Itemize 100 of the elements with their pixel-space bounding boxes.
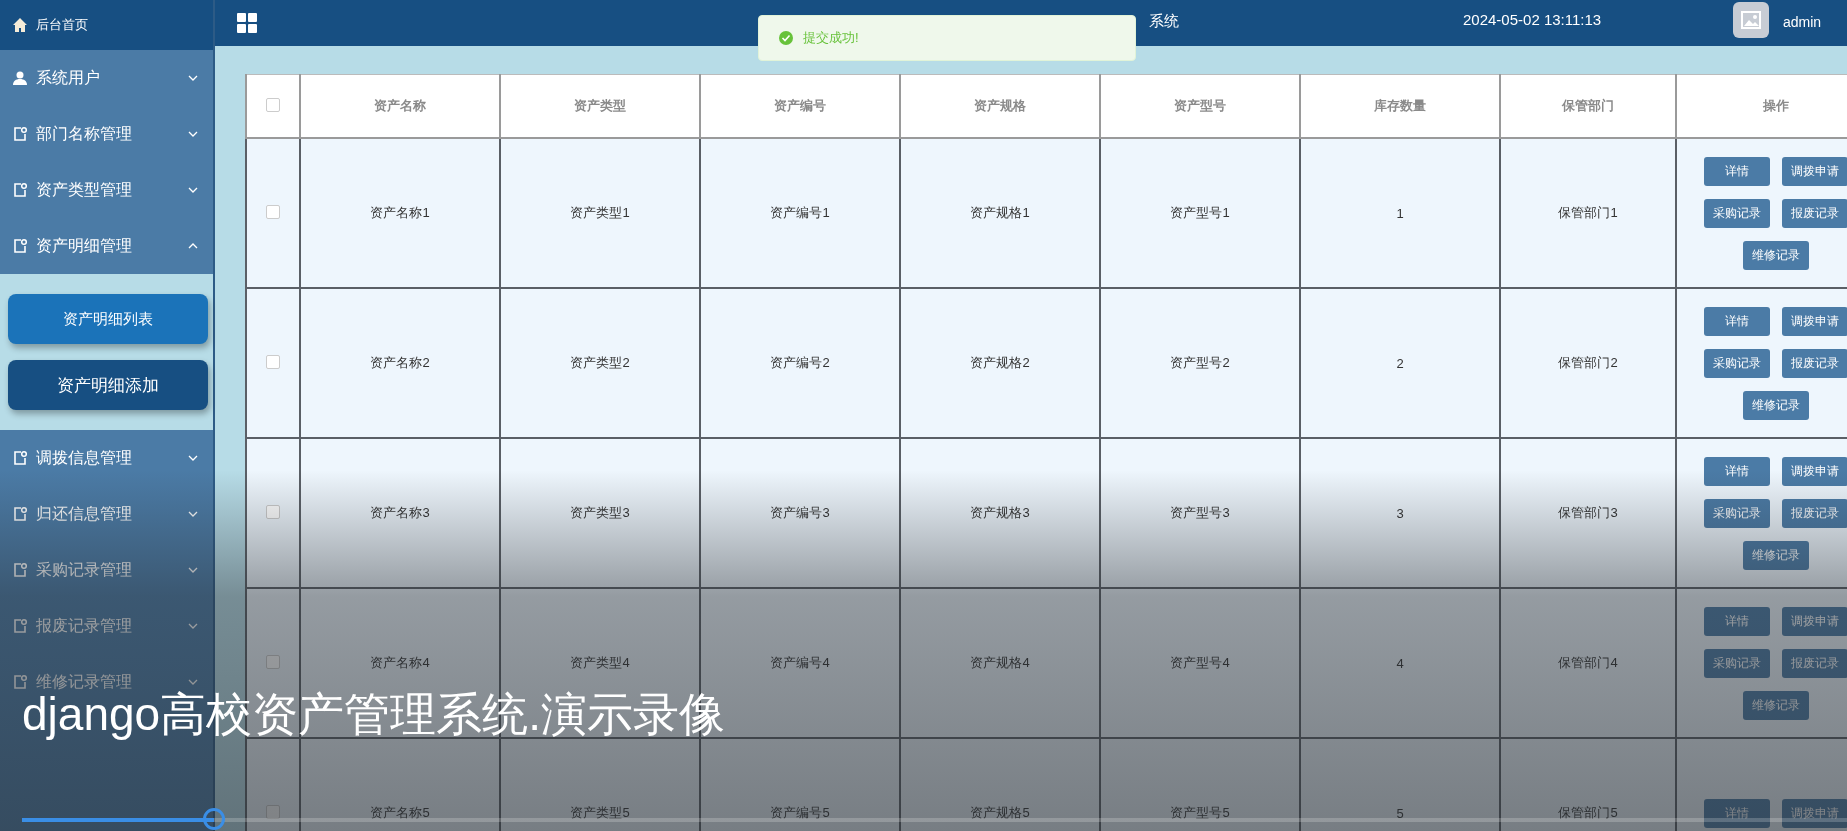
user-icon: [12, 70, 28, 86]
table-cell: 资产编号4: [770, 655, 830, 670]
slider-thumb[interactable]: [202, 808, 225, 830]
action-button[interactable]: 报废记录: [1782, 648, 1847, 678]
table-cell: 资产规格1: [970, 205, 1030, 220]
table-cell: 资产类型3: [570, 505, 630, 520]
table-cell: 资产编号5: [770, 805, 830, 820]
action-button[interactable]: 维修记录: [1743, 390, 1809, 420]
menu-item[interactable]: 调拨信息管理: [0, 430, 213, 486]
menu-item[interactable]: 采购记录管理: [0, 542, 213, 598]
column-header: 资产编号: [774, 98, 826, 113]
toast-message: 提交成功!: [803, 29, 859, 47]
action-button[interactable]: 维修记录: [1743, 240, 1809, 270]
row-checkbox[interactable]: [266, 804, 280, 819]
column-header: 库存数量: [1374, 98, 1426, 113]
action-button[interactable]: 报废记录: [1782, 348, 1847, 378]
table-cell: 资产编号3: [770, 505, 830, 520]
table-cell: 保管部门1: [1558, 205, 1618, 220]
home-link[interactable]: 后台首页: [36, 16, 88, 34]
table-cell: 资产名称1: [370, 205, 430, 220]
username[interactable]: admin: [1783, 14, 1822, 30]
home-icon: [12, 17, 28, 33]
table-cell: 资产编号2: [770, 355, 830, 370]
row-checkbox[interactable]: [266, 204, 280, 219]
select-all-checkbox[interactable]: [266, 97, 280, 112]
column-header: 保管部门: [1562, 98, 1614, 113]
column-header: 资产型号: [1174, 98, 1226, 113]
table-cell: 资产规格5: [970, 805, 1030, 820]
row-checkbox[interactable]: [266, 354, 280, 369]
menu-item[interactable]: 资产明细管理: [0, 218, 213, 274]
table-cell: 4: [1396, 655, 1404, 671]
table-cell: 1: [1396, 205, 1404, 221]
table-cell: 资产型号1: [1170, 205, 1230, 220]
table-cell: 资产名称4: [370, 655, 430, 670]
row-checkbox[interactable]: [266, 654, 280, 669]
column-header: 资产类型: [574, 98, 626, 113]
submenu-item[interactable]: 资产明细列表: [8, 294, 208, 344]
menu-item[interactable]: 报废记录管理: [0, 598, 213, 654]
table-cell: 资产规格4: [970, 655, 1030, 670]
table-cell: 保管部门5: [1558, 805, 1618, 820]
page-title: 系统: [1149, 12, 1179, 31]
document-icon: [12, 618, 28, 634]
document-icon: [12, 562, 28, 578]
document-icon: [12, 238, 28, 254]
submenu-item[interactable]: 资产明细添加: [8, 360, 208, 410]
table-cell: 资产类型1: [570, 205, 630, 220]
table-cell: 资产类型5: [570, 805, 630, 820]
action-button[interactable]: 调拨申请: [1782, 456, 1847, 486]
document-icon: [12, 674, 28, 690]
column-header: 资产规格: [974, 98, 1026, 113]
row-checkbox[interactable]: [266, 504, 280, 519]
action-button[interactable]: 调拨申请: [1782, 156, 1847, 186]
column-header: 操作: [1763, 98, 1789, 113]
table-cell: 资产编号1: [770, 205, 830, 220]
action-button[interactable]: 详情: [1704, 798, 1770, 828]
table-cell: 保管部门2: [1558, 355, 1618, 370]
column-header: 资产名称: [374, 98, 426, 113]
document-icon: [12, 182, 28, 198]
action-button[interactable]: 详情: [1704, 606, 1770, 636]
table-cell: 保管部门4: [1558, 655, 1618, 670]
menu-item[interactable]: 系统用户: [0, 50, 213, 106]
table-cell: 资产型号3: [1170, 505, 1230, 520]
document-icon: [12, 506, 28, 522]
action-button[interactable]: 调拨申请: [1782, 306, 1847, 336]
grid-menu-icon[interactable]: [237, 13, 257, 33]
document-icon: [12, 450, 28, 466]
action-button[interactable]: 维修记录: [1743, 690, 1809, 720]
document-icon: [12, 126, 28, 142]
table-cell: 资产规格2: [970, 355, 1030, 370]
table-cell: 资产型号5: [1170, 805, 1230, 820]
avatar-image-icon[interactable]: [1733, 2, 1769, 38]
action-button[interactable]: 详情: [1704, 306, 1770, 336]
table-cell: 5: [1396, 805, 1404, 821]
action-button[interactable]: 调拨申请: [1782, 606, 1847, 636]
action-button[interactable]: 调拨申请: [1782, 798, 1847, 828]
action-button[interactable]: 详情: [1704, 156, 1770, 186]
table-cell: 2: [1396, 355, 1404, 371]
action-button[interactable]: 维修记录: [1743, 540, 1809, 570]
action-button[interactable]: 采购记录: [1704, 498, 1770, 528]
table-cell: 资产型号2: [1170, 355, 1230, 370]
table-cell: 3: [1396, 505, 1404, 521]
table-cell: 资产名称5: [370, 805, 430, 820]
table-cell: 资产规格3: [970, 505, 1030, 520]
action-button[interactable]: 采购记录: [1704, 198, 1770, 228]
action-button[interactable]: 报废记录: [1782, 498, 1847, 528]
action-button[interactable]: 详情: [1704, 456, 1770, 486]
action-button[interactable]: 采购记录: [1704, 648, 1770, 678]
table-cell: 资产类型2: [570, 355, 630, 370]
table-cell: 资产名称3: [370, 505, 430, 520]
table-cell: 保管部门3: [1558, 505, 1618, 520]
table-cell: 资产名称2: [370, 355, 430, 370]
menu-item[interactable]: 归还信息管理: [0, 486, 213, 542]
table-cell: 资产型号4: [1170, 655, 1230, 670]
menu-item[interactable]: 资产类型管理: [0, 162, 213, 218]
check-circle-icon: [779, 31, 793, 45]
menu-item[interactable]: 部门名称管理: [0, 106, 213, 162]
action-button[interactable]: 报废记录: [1782, 198, 1847, 228]
table-cell: 资产类型4: [570, 655, 630, 670]
datetime: 2024-05-02 13:11:13: [1463, 11, 1602, 28]
action-button[interactable]: 采购记录: [1704, 348, 1770, 378]
